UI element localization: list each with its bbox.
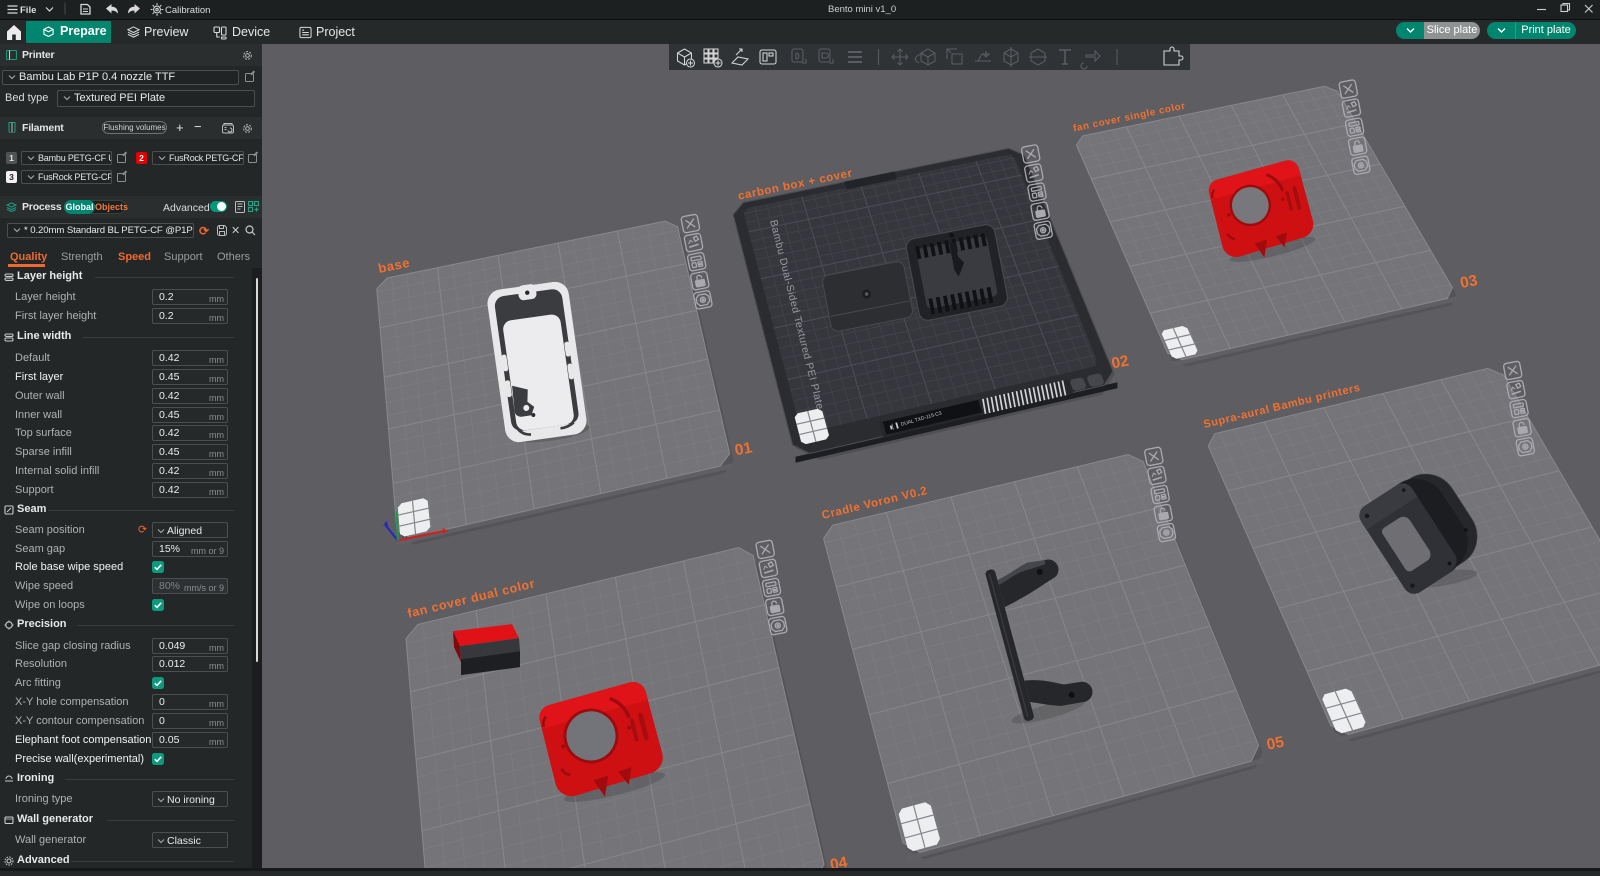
svg-text:Calibration: Calibration bbox=[165, 5, 210, 16]
svg-text:02: 02 bbox=[1110, 352, 1130, 372]
svg-text:05: 05 bbox=[1265, 734, 1286, 754]
svg-text:03: 03 bbox=[1459, 272, 1480, 292]
svg-text:01: 01 bbox=[733, 439, 754, 459]
svg-text:File: File bbox=[20, 5, 36, 16]
svg-text:base: base bbox=[377, 255, 411, 276]
